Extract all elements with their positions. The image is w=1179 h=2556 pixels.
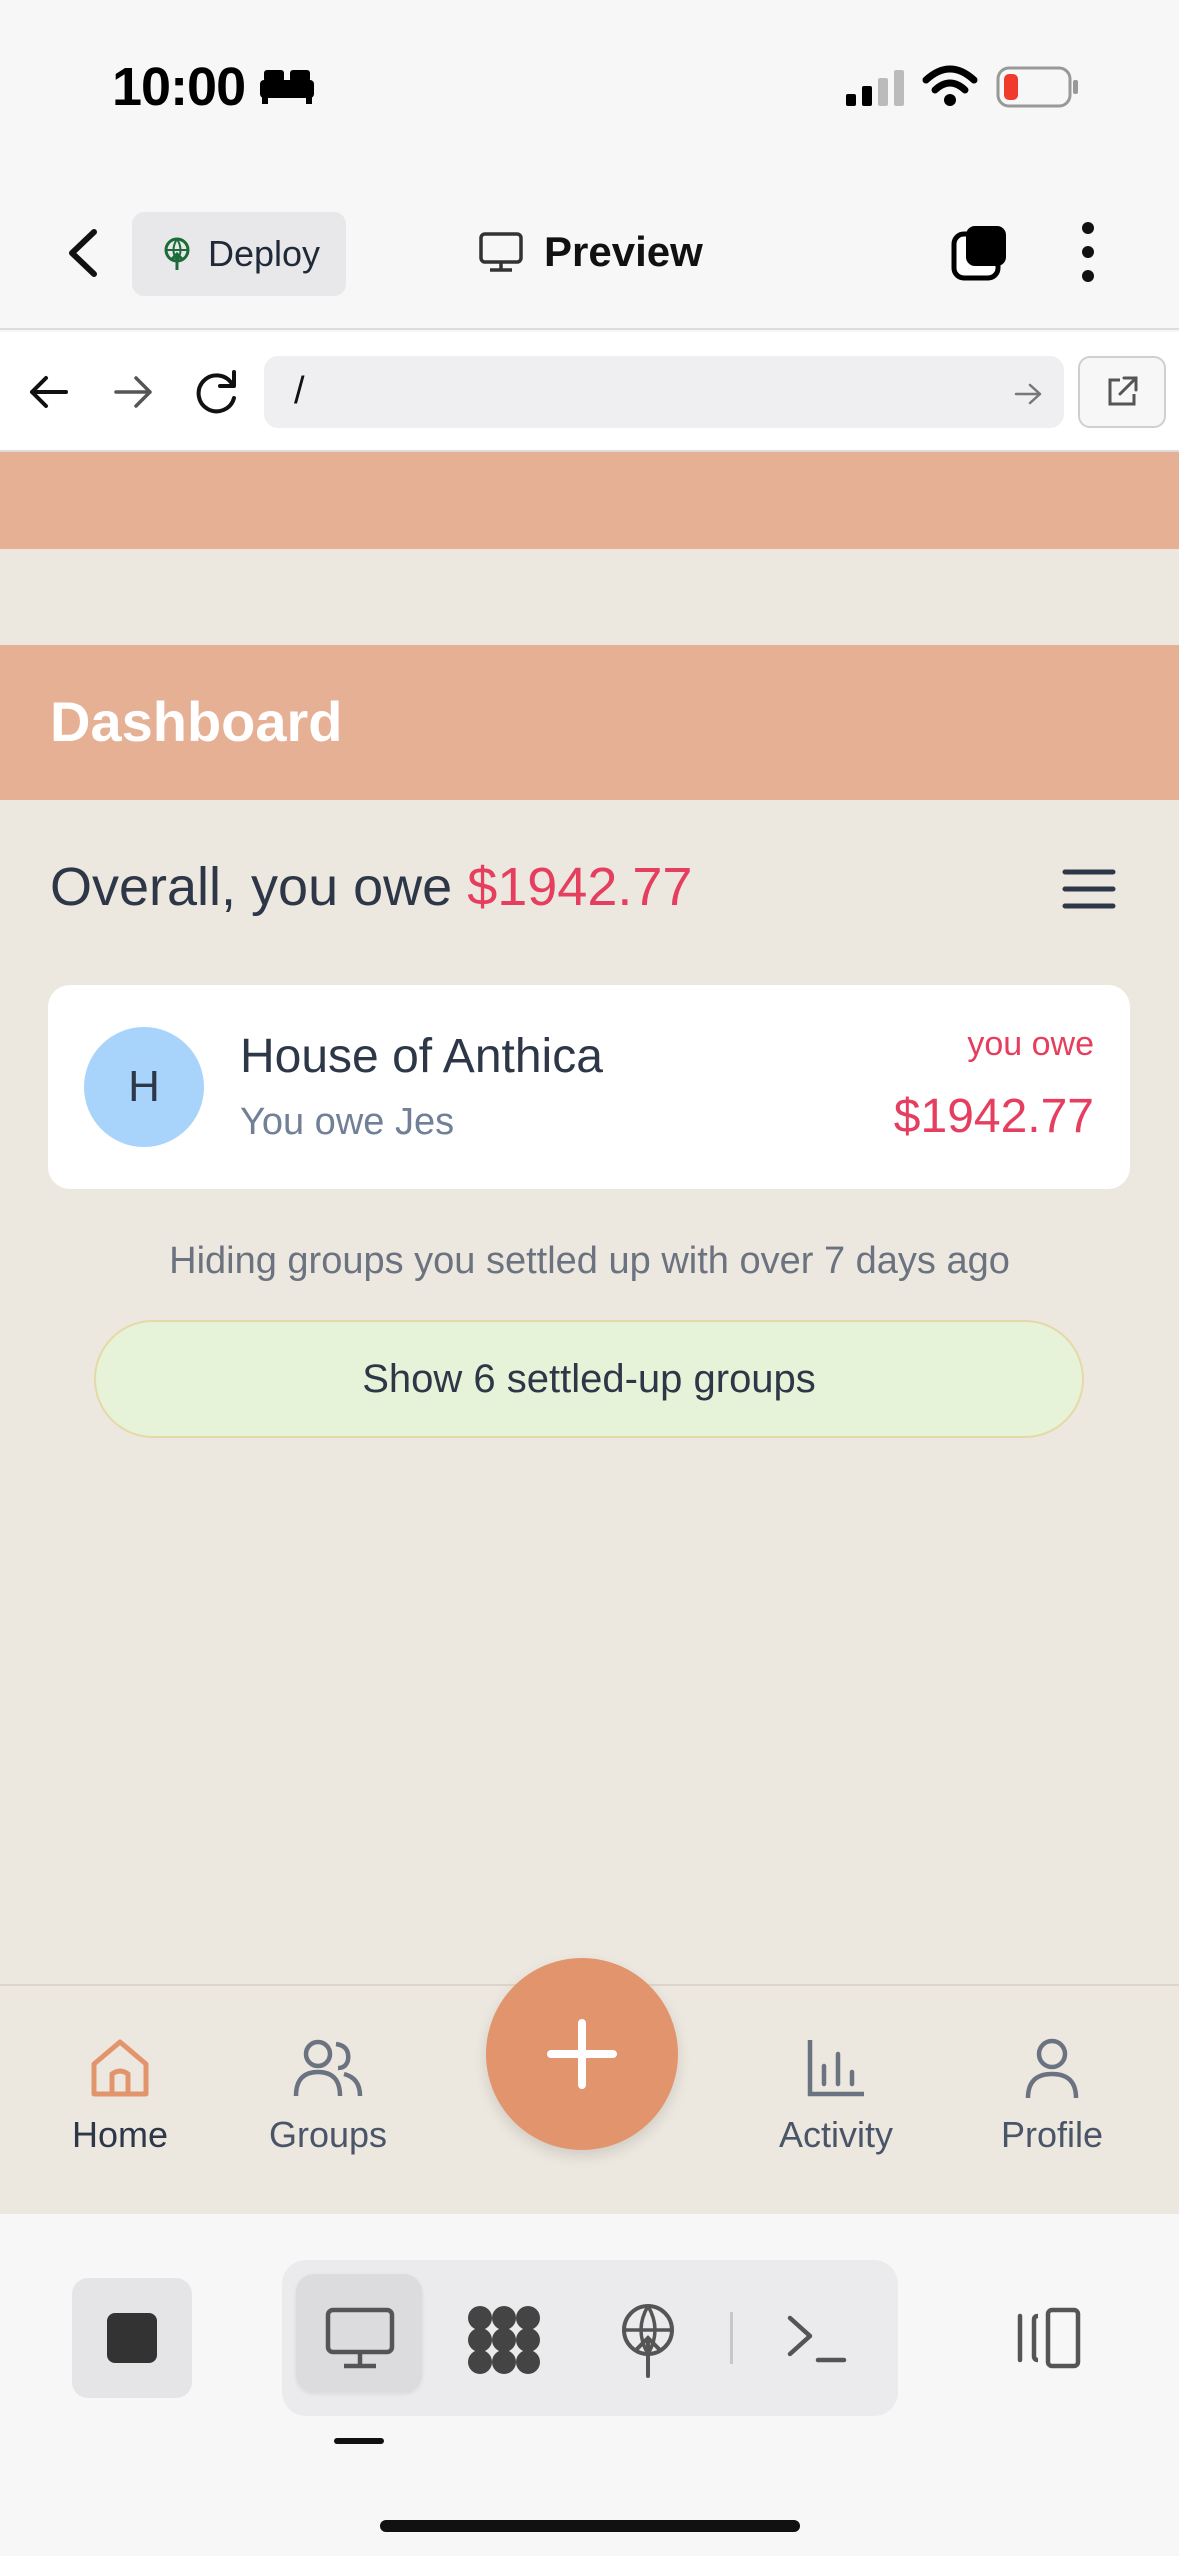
home-indicator bbox=[380, 2520, 800, 2532]
url-field[interactable]: / bbox=[264, 356, 1064, 428]
battery-icon bbox=[996, 66, 1078, 108]
group-amount: $1942.77 bbox=[893, 1090, 1094, 1143]
deploy-globe-icon[interactable] bbox=[616, 2302, 680, 2378]
tab-profile[interactable]: Profile bbox=[962, 2036, 1142, 2156]
go-arrow-icon[interactable] bbox=[1014, 382, 1044, 406]
tab-groups[interactable]: Groups bbox=[238, 2036, 418, 2156]
monitor-icon bbox=[479, 232, 523, 272]
reload-icon[interactable] bbox=[192, 368, 242, 416]
tab-activity[interactable]: Activity bbox=[746, 2036, 926, 2156]
preview-label: Preview bbox=[544, 228, 703, 275]
tab-activity-label: Activity bbox=[778, 2114, 893, 2155]
workflows-icon[interactable] bbox=[466, 2304, 542, 2376]
dev-toolbar bbox=[0, 2214, 1179, 2556]
cellular-signal-icon bbox=[846, 70, 904, 106]
tab-groups-label: Groups bbox=[268, 2114, 388, 2155]
top-banner bbox=[0, 452, 1179, 549]
stop-button[interactable] bbox=[72, 2278, 192, 2398]
activity-chart-icon bbox=[807, 2040, 864, 2097]
bottom-tab-bar: Home Groups Activity Profile bbox=[0, 1958, 1179, 2214]
toolbar-divider bbox=[730, 2312, 733, 2364]
show-settled-groups-button[interactable]: Show 6 settled-up groups bbox=[94, 1320, 1084, 1438]
shell-terminal-icon[interactable] bbox=[786, 2310, 848, 2366]
add-expense-button[interactable] bbox=[486, 1958, 678, 2150]
plus-icon bbox=[547, 2019, 617, 2089]
tab-home-label: Home bbox=[71, 2114, 169, 2155]
more-options-icon[interactable] bbox=[1078, 220, 1098, 284]
browser-toolbar: / bbox=[0, 332, 1179, 452]
deploy-button[interactable]: Deploy bbox=[132, 212, 346, 296]
home-icon bbox=[91, 2039, 149, 2097]
preview-monitor-icon[interactable] bbox=[324, 2306, 396, 2370]
external-link-icon bbox=[1108, 376, 1138, 406]
open-external-button[interactable] bbox=[1078, 356, 1166, 428]
browser-forward-icon[interactable] bbox=[112, 372, 156, 412]
wifi-icon bbox=[922, 65, 978, 106]
group-avatar: H bbox=[84, 1027, 204, 1147]
deploy-label: Deploy bbox=[208, 233, 321, 274]
active-view-indicator bbox=[334, 2438, 384, 2444]
group-status: you owe bbox=[967, 1025, 1094, 1063]
group-subtitle: You owe Jes bbox=[240, 1101, 455, 1143]
sleep-mode-icon bbox=[260, 70, 314, 104]
preview-title: Preview bbox=[478, 228, 703, 276]
page-title: Dashboard bbox=[50, 690, 343, 753]
dashboard-header: Dashboard bbox=[0, 645, 1179, 800]
overall-amount: $1942.77 bbox=[467, 857, 693, 917]
stop-icon bbox=[107, 2313, 157, 2363]
tabs-switcher-icon[interactable] bbox=[950, 222, 1012, 284]
status-bar: 10:00 bbox=[0, 0, 1179, 170]
overall-prefix: Overall, you owe bbox=[50, 857, 453, 917]
web-content: Dashboard Overall, you owe $1942.77 H Ho… bbox=[0, 452, 1179, 1986]
tab-home[interactable]: Home bbox=[30, 2036, 210, 2156]
group-card[interactable]: H House of Anthica You owe Jes you owe $… bbox=[48, 985, 1130, 1189]
hiding-note: Hiding groups you settled up with over 7… bbox=[169, 1240, 1010, 1282]
hamburger-menu-icon[interactable] bbox=[1062, 868, 1116, 910]
app-header: Deploy Preview bbox=[0, 170, 1179, 330]
tab-profile-label: Profile bbox=[1000, 2114, 1104, 2155]
profile-icon bbox=[1025, 2038, 1079, 2099]
back-chevron-icon[interactable] bbox=[62, 228, 106, 278]
view-switcher bbox=[282, 2260, 898, 2416]
split-panel-icon[interactable] bbox=[1010, 2306, 1082, 2370]
groups-icon bbox=[293, 2039, 363, 2097]
browser-back-icon[interactable] bbox=[26, 372, 70, 412]
group-name: House of Anthica bbox=[240, 1030, 603, 1083]
overall-balance: Overall, you owe $1942.77 bbox=[50, 856, 692, 918]
status-time: 10:00 bbox=[112, 57, 246, 117]
deploy-icon bbox=[164, 237, 190, 270]
url-text: / bbox=[294, 370, 305, 412]
